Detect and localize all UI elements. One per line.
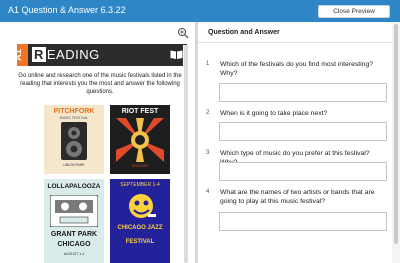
question-text: When is it going to take place next? (220, 110, 328, 117)
pitchfork-subtitle: MUSIC FESTIVAL (59, 116, 89, 120)
question-number: 4 (206, 189, 210, 195)
riot-fest-poster: RIOT FEST CHICAGO (110, 105, 170, 174)
question-number: 1 (206, 61, 210, 67)
pitchfork-poster: PITCHFORK MUSIC FESTIVAL UNION PARK (44, 105, 104, 174)
qa-scrollbar-thumb[interactable] (394, 24, 398, 244)
qa-scrollbar[interactable] (392, 22, 400, 263)
lollapalooza-poster: LOLLAPALOOZA GRANT PARK CHICAGO AUGUST 1… (44, 179, 104, 263)
answer-input[interactable] (219, 83, 387, 102)
reading-rest: EADING (46, 47, 100, 62)
question-number: 2 (206, 110, 210, 116)
reading-first-letter: R (32, 47, 46, 62)
riot-fest-title: RIOT FEST (121, 108, 159, 115)
title-bar: A1 Question & Answer 6.3.22 Close Previe… (0, 0, 400, 22)
window-title: A1 Question & Answer 6.3.22 (8, 5, 126, 15)
cassette-illustration (50, 195, 98, 227)
answer-input[interactable] (219, 162, 387, 181)
jazz-festival-poster: SEPTEMBER 1-4 CHICAGO JAZZ FESTIVAL (110, 179, 170, 263)
close-preview-button[interactable]: Close Preview (318, 5, 390, 18)
book-icon (170, 50, 183, 59)
jazz-subtitle: FESTIVAL (125, 239, 155, 245)
riot-fest-city: CHICAGO (131, 164, 149, 168)
zoom-in-icon[interactable] (177, 27, 189, 39)
pitchfork-venue: UNION PARK (63, 163, 85, 167)
lollapalooza-title: LOLLAPALOOZA (47, 183, 101, 190)
lollapalooza-dates: AUGUST 1-4 (63, 252, 85, 256)
jazz-title: CHICAGO JAZZ (117, 225, 163, 231)
qa-heading: Question and Answer (208, 29, 280, 36)
answer-input[interactable] (219, 212, 387, 231)
speaker-illustration (61, 122, 87, 160)
question-text: Which of the festivals do you find most … (220, 61, 374, 77)
level-tab: A1 (13, 44, 28, 66)
rays-illustration (116, 118, 164, 162)
question-number: 3 (206, 150, 210, 156)
worksheet-pane: A1 R EADING Go online and research one of… (0, 22, 195, 263)
qa-pane: Question and Answer 1 Which of the festi… (198, 22, 400, 263)
reading-banner: A1 R EADING (13, 44, 187, 66)
pitchfork-title: PITCHFORK (53, 108, 95, 115)
worksheet-scrollbar[interactable] (183, 45, 189, 263)
lollapalooza-city: CHICAGO (57, 241, 91, 248)
jazz-dates: SEPTEMBER 1-4 (120, 182, 160, 188)
level-label: A1 (12, 49, 23, 61)
jazz-character-illustration (129, 194, 156, 218)
lollapalooza-venue: GRANT PARK (50, 231, 98, 238)
worksheet-page: A1 R EADING Go online and research one of… (12, 44, 188, 263)
worksheet-instructions: Go online and research one of the music … (18, 73, 182, 95)
question-text: What are the names of two artists or ban… (220, 189, 375, 205)
qa-divider (198, 42, 400, 43)
worksheet-scrollbar-thumb[interactable] (184, 45, 188, 263)
answer-input[interactable] (219, 122, 387, 141)
reading-title: R EADING (32, 47, 100, 62)
